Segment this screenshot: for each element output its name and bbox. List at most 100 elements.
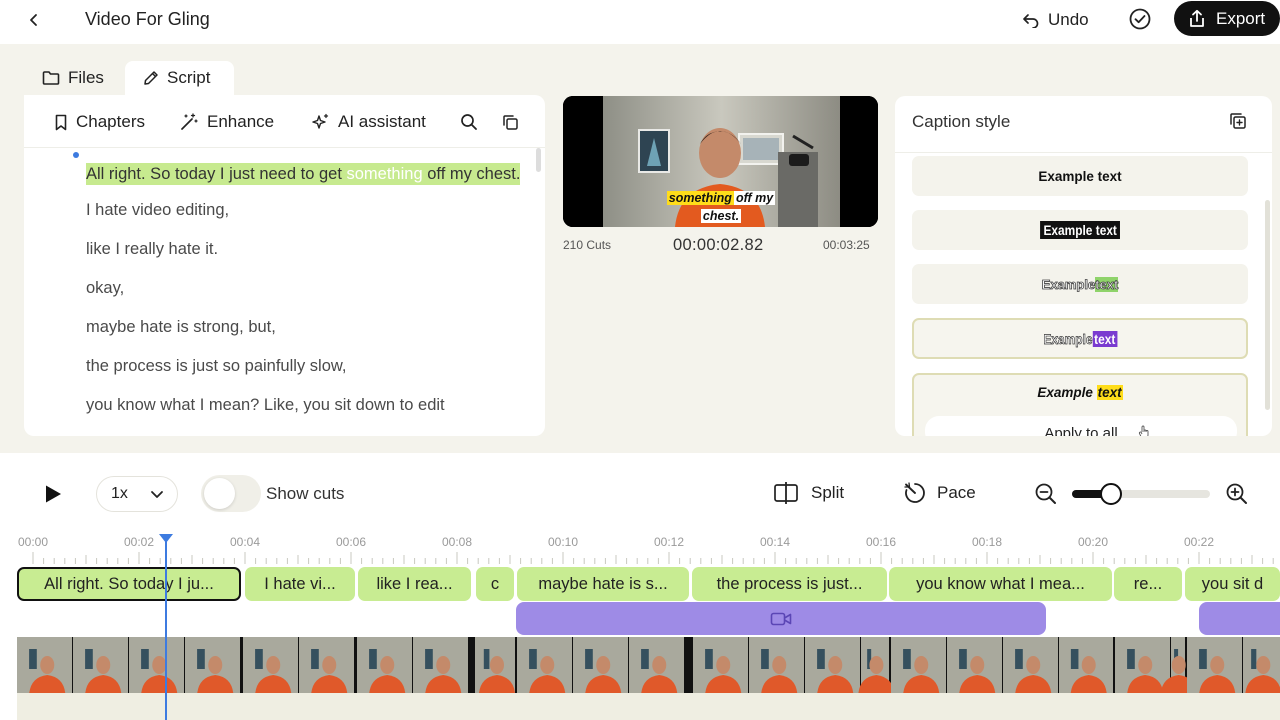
copy-button[interactable] — [502, 109, 520, 135]
video-frame-thumbnail — [947, 637, 1002, 693]
search-button[interactable] — [460, 109, 478, 135]
ruler-tick-label: 00:16 — [865, 535, 897, 549]
zoom-slider-thumb[interactable] — [1100, 483, 1122, 505]
audio-track[interactable] — [17, 693, 1280, 720]
broll-clip[interactable] — [1199, 602, 1280, 635]
show-cuts-toggle[interactable] — [201, 475, 261, 512]
ruler-ticks — [32, 552, 1274, 564]
timeline-ruler[interactable]: 00:00 00:02 00:04 00:06 00:08 00:10 00:12 00:14… — [0, 532, 1280, 568]
pace-button[interactable]: Pace — [903, 481, 976, 505]
video-frame-thumbnail — [629, 637, 684, 693]
transcript-line-active[interactable]: All right. So today I just need to get s… — [86, 161, 526, 188]
video-frame-thumbnail — [1003, 637, 1058, 693]
transcript-line[interactable]: maybe hate is strong, but, — [86, 317, 526, 337]
chevron-down-icon — [151, 490, 163, 498]
caption-clip[interactable]: c — [476, 567, 514, 601]
video-frame-thumbnail — [17, 637, 72, 693]
ruler-tick-label: 00:02 — [123, 535, 155, 549]
caption-clip[interactable]: you know what I mea... — [889, 567, 1112, 601]
play-icon — [46, 485, 61, 503]
caption-style-option[interactable]: Example text — [912, 210, 1248, 250]
divider — [24, 147, 545, 148]
playback-speed-value: 1x — [111, 485, 128, 502]
back-button[interactable] — [22, 8, 46, 32]
caption-clip[interactable]: I hate vi... — [245, 567, 355, 601]
chapters-button[interactable]: Chapters — [54, 109, 145, 135]
tab-script[interactable]: Script — [125, 61, 234, 95]
video-frame-thumbnail — [357, 637, 412, 693]
caption-clip[interactable]: the process is just... — [692, 567, 887, 601]
playhead[interactable] — [165, 537, 167, 720]
playback-position-dot — [73, 152, 79, 158]
script-scrollbar[interactable] — [536, 148, 541, 172]
total-duration: 00:03:25 — [823, 238, 870, 252]
play-button[interactable] — [41, 482, 65, 506]
tab-script-label: Script — [167, 68, 211, 87]
transcript-line[interactable]: like I really hate it. — [86, 239, 526, 259]
broll-clip[interactable] — [516, 602, 1046, 635]
video-frame-thumbnail — [413, 637, 468, 693]
chevron-left-icon — [30, 14, 37, 26]
search-icon — [461, 114, 477, 130]
check-circle-icon — [1129, 8, 1151, 30]
divider — [895, 152, 1272, 153]
chapters-label: Chapters — [76, 112, 145, 131]
pace-label: Pace — [937, 483, 976, 502]
transcript-line[interactable]: I hate video editing, — [86, 200, 526, 220]
ruler-tick-label: 00:20 — [1077, 535, 1109, 549]
video-frame-thumbnail — [1243, 637, 1280, 693]
caption-style-option[interactable]: Example text — [912, 156, 1248, 196]
caption-clip[interactable]: re... — [1114, 567, 1182, 601]
video-thumbnail-strip[interactable] — [17, 637, 1280, 693]
ruler-tick-label: 00:00 — [17, 535, 49, 549]
ruler-tick-label: 00:06 — [335, 535, 367, 549]
video-frames — [17, 637, 1280, 693]
zoom-slider[interactable] — [1072, 483, 1212, 505]
playhead-handle[interactable] — [159, 534, 173, 543]
video-frame-thumbnail — [749, 637, 804, 693]
toggle-knob — [204, 478, 235, 509]
caption-clip[interactable]: maybe hate is s... — [517, 567, 689, 601]
current-timecode: 00:00:02.82 — [673, 236, 764, 254]
transcript-line[interactable]: the process is just so painfully slow, — [86, 356, 526, 376]
video-frame-thumbnail — [185, 637, 240, 693]
ruler-tick-label: 00:10 — [547, 535, 579, 549]
caption-style-option[interactable]: Exampletext — [912, 264, 1248, 304]
project-title: Video For Gling — [85, 9, 210, 29]
caption-clip-selected[interactable]: All right. So today I ju... — [17, 567, 241, 601]
zoom-out-button[interactable] — [1034, 482, 1058, 506]
tab-files-label: Files — [68, 68, 104, 87]
caption-clip[interactable]: you sit d — [1185, 567, 1280, 601]
video-frame-thumbnail — [129, 637, 184, 693]
caption-clip[interactable]: like I rea... — [358, 567, 471, 601]
playback-speed-select[interactable]: 1x — [96, 476, 178, 512]
video-frame-thumbnail — [475, 637, 515, 693]
ruler-tick-label: 00:08 — [441, 535, 473, 549]
tab-files[interactable]: Files — [30, 61, 122, 95]
caption-style-option-hovered[interactable]: Example text — [912, 318, 1248, 359]
video-frame-thumbnail — [891, 637, 946, 693]
script-panel: Chapters Enhance AI assistant All right.… — [24, 95, 545, 436]
undo-button[interactable]: Undo — [1022, 7, 1089, 33]
undo-icon — [1023, 14, 1039, 28]
zoom-in-button[interactable] — [1225, 482, 1249, 506]
transcript-line[interactable]: okay, — [86, 278, 526, 298]
copy-plus-icon — [1230, 113, 1246, 129]
ai-assistant-button[interactable]: AI assistant — [311, 109, 426, 135]
transcript-line[interactable]: you know what I mean? Like, you sit down… — [86, 395, 526, 415]
done-button[interactable] — [1128, 7, 1152, 31]
video-frame-thumbnail — [1059, 637, 1113, 693]
caption-copy-button[interactable] — [1229, 112, 1247, 130]
caption-style-scrollbar[interactable] — [1265, 200, 1270, 410]
split-button[interactable]: Split — [773, 481, 844, 505]
ruler-tick-label: 00:04 — [229, 535, 261, 549]
copy-icon — [503, 114, 518, 130]
caption-style-panel: Caption style Example text Example text … — [895, 96, 1272, 436]
share-icon — [1190, 9, 1204, 27]
export-button[interactable]: Export — [1174, 1, 1280, 36]
video-frame-thumbnail — [243, 637, 298, 693]
folder-icon — [42, 71, 60, 85]
video-caption-overlay: something off my chest. — [666, 191, 776, 223]
enhance-button[interactable]: Enhance — [180, 109, 274, 135]
apply-to-all-button[interactable]: Apply to all — [925, 416, 1237, 436]
